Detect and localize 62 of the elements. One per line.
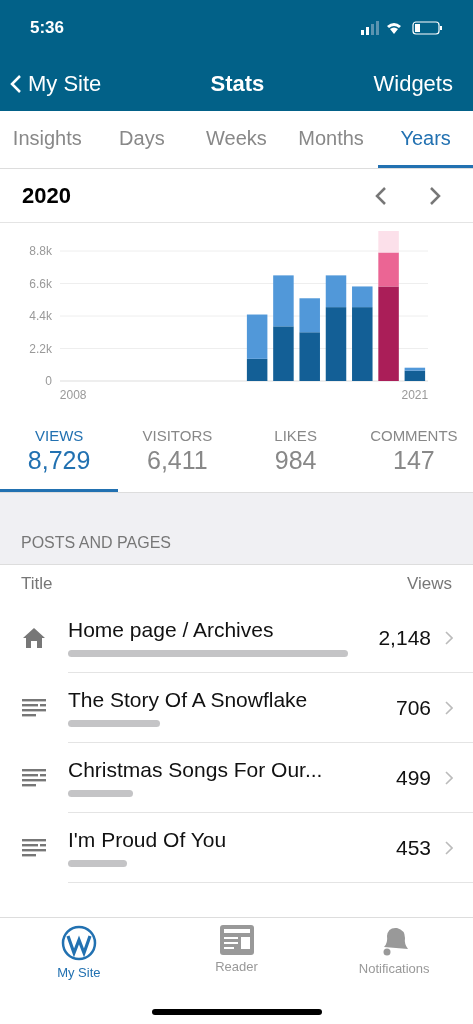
- section-heading: POSTS AND PAGES: [21, 534, 171, 552]
- axis-label: 2.2k: [29, 341, 52, 356]
- post-title: Christmas Songs For Our...: [68, 758, 324, 782]
- bar[interactable]: [325, 307, 347, 381]
- newspaper-icon: [219, 925, 254, 955]
- post-title: Home page / Archives: [68, 618, 275, 642]
- chevron-right-icon: [445, 840, 453, 855]
- bar[interactable]: [325, 275, 347, 308]
- bar[interactable]: [246, 358, 268, 381]
- text-lines-icon: [22, 699, 46, 717]
- post-views: 499: [395, 765, 431, 790]
- period-tab[interactable]: Months: [283, 111, 379, 168]
- bar[interactable]: [352, 307, 373, 381]
- back-chevron-icon: [10, 73, 22, 94]
- axis-label: 0: [45, 374, 52, 388]
- summary-tab[interactable]: VISITORS 6,411: [118, 413, 237, 492]
- bar[interactable]: [299, 332, 320, 381]
- bar[interactable]: [404, 370, 426, 381]
- chevron-right-icon: [429, 185, 441, 206]
- home-icon: [22, 627, 46, 649]
- tab-bar-item[interactable]: Notifications: [315, 924, 473, 977]
- period-tab[interactable]: Days: [94, 111, 190, 168]
- post-views: 2,148: [378, 625, 431, 650]
- post-views: 453: [395, 835, 431, 860]
- chevron-left-icon: [375, 185, 387, 206]
- wifi-icon: [387, 23, 401, 34]
- selection-highlight: [378, 231, 399, 253]
- axis-label: 2021: [401, 388, 429, 402]
- widgets-button[interactable]: Widgets: [373, 70, 453, 97]
- status-time: 5:36: [30, 18, 65, 38]
- bar[interactable]: [246, 314, 268, 359]
- axis-label: 8.8k: [29, 244, 52, 258]
- period-tab[interactable]: Years: [378, 111, 473, 168]
- wordpress-logo-icon: [60, 925, 97, 961]
- post-views: 706: [395, 695, 431, 720]
- text-lines-icon: [22, 839, 46, 857]
- back-button[interactable]: My Site: [10, 70, 102, 97]
- column-header: Views: [406, 574, 452, 594]
- tab-bar-item[interactable]: Reader: [157, 924, 316, 975]
- bar[interactable]: [404, 367, 426, 371]
- views-bar: [68, 790, 134, 797]
- chevron-right-icon: [445, 630, 453, 645]
- axis-label: 4.4k: [29, 309, 52, 323]
- axis-label: 2008: [59, 388, 87, 402]
- summary-tab[interactable]: LIKES 984: [236, 413, 355, 492]
- summary-tab[interactable]: COMMENTS 147: [354, 413, 473, 492]
- chevron-right-icon: [445, 700, 453, 715]
- signal-icon: [361, 21, 379, 35]
- period-tab[interactable]: Insights: [0, 111, 95, 168]
- post-title: The Story Of A Snowflake: [68, 688, 309, 712]
- period-label: 2020: [22, 182, 72, 209]
- views-bar: [68, 860, 128, 867]
- axis-label: 6.6k: [29, 276, 52, 291]
- bar[interactable]: [352, 286, 373, 308]
- nav-title: Stats: [210, 70, 265, 97]
- tab-bar-item[interactable]: My Site: [0, 924, 158, 981]
- post-title: I'm Proud Of You: [68, 828, 228, 852]
- battery-icon: [412, 21, 442, 35]
- period-tab[interactable]: Weeks: [189, 111, 284, 168]
- column-header: Title: [21, 574, 53, 594]
- text-lines-icon: [22, 769, 46, 787]
- chevron-right-icon: [445, 770, 453, 785]
